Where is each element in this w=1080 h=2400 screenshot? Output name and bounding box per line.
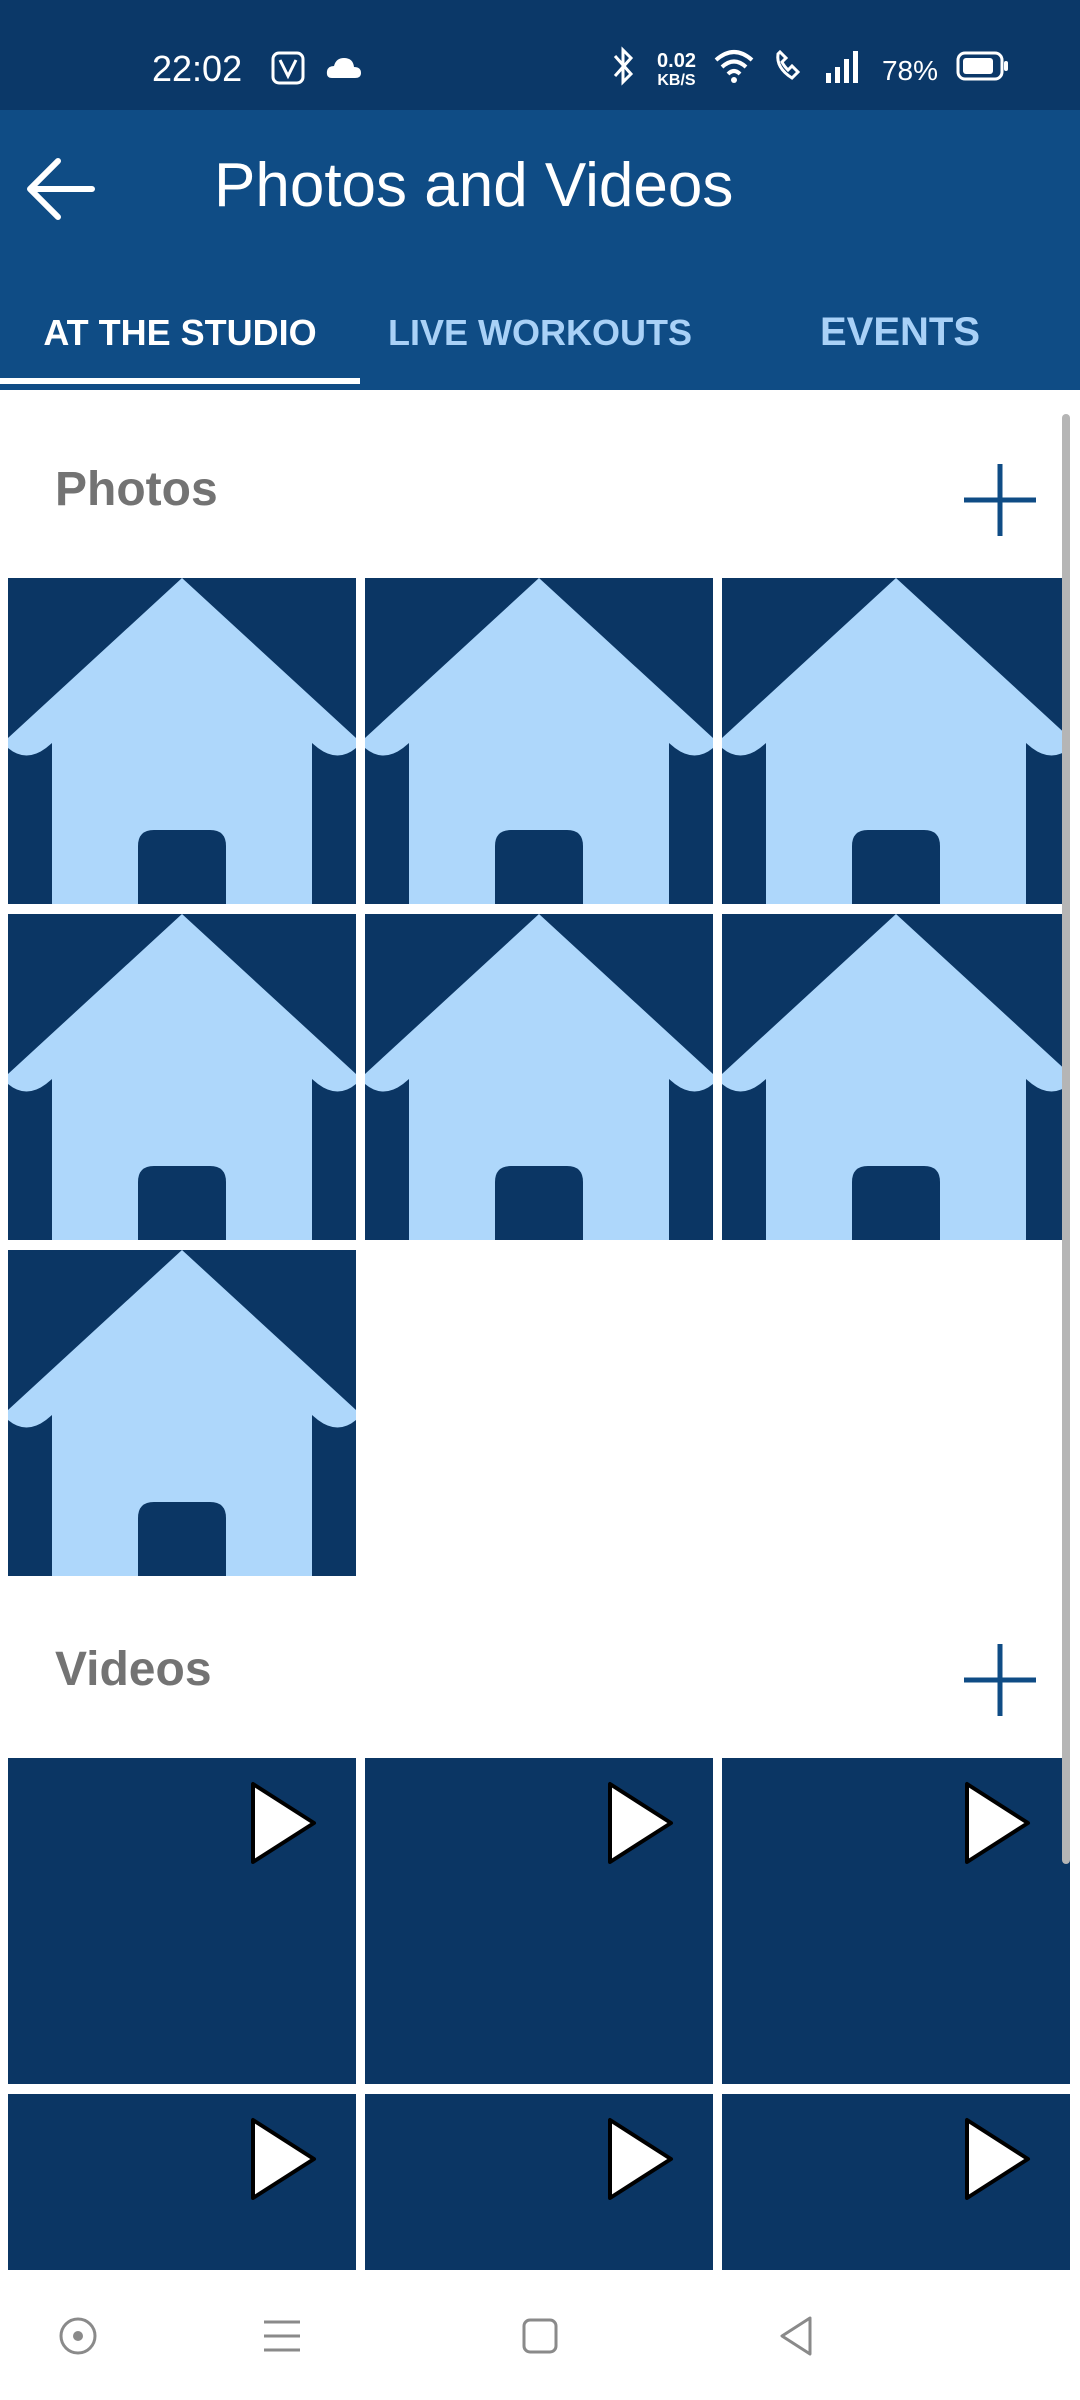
- photo-thumbnail[interactable]: [8, 914, 356, 1240]
- plus-icon: [964, 1644, 1036, 1716]
- photo-thumbnail[interactable]: [722, 578, 1070, 904]
- house-placeholder-icon: [365, 578, 713, 904]
- plus-icon: [964, 464, 1036, 536]
- photo-thumbnail[interactable]: [365, 914, 713, 1240]
- triangle-back-icon: [780, 2316, 812, 2356]
- photos-section-title: Photos: [55, 463, 218, 516]
- back-button[interactable]: [18, 144, 108, 234]
- cloud-icon: [324, 50, 364, 95]
- circle-dot-icon: [59, 2317, 97, 2355]
- content-scroll[interactable]: Photos Videos: [0, 390, 1080, 2270]
- photo-thumbnail[interactable]: [8, 578, 356, 904]
- network-speed: 0.02 KB/S: [657, 49, 696, 89]
- tab-bar: AT THE STUDIO LIVE WORKOUTS EVENTS: [0, 288, 1080, 390]
- play-icon: [965, 2118, 1030, 2200]
- tab-live-workouts[interactable]: LIVE WORKOUTS: [360, 288, 720, 390]
- video-thumbnail[interactable]: [722, 1758, 1070, 2084]
- play-icon: [251, 2118, 316, 2200]
- photos-header: Photos: [0, 420, 1060, 560]
- house-placeholder-icon: [8, 914, 356, 1240]
- house-placeholder-icon: [365, 914, 713, 1240]
- house-placeholder-icon: [8, 578, 356, 904]
- photo-thumbnail[interactable]: [8, 1250, 356, 1576]
- home-button[interactable]: [516, 2312, 564, 2360]
- battery-percent: 78%: [881, 54, 938, 86]
- play-icon: [251, 1782, 316, 1864]
- video-thumbnail[interactable]: [8, 1758, 356, 2084]
- video-thumbnail[interactable]: [365, 1758, 713, 2084]
- status-time: 22:02: [152, 48, 243, 89]
- hamburger-icon: [264, 2320, 300, 2352]
- app-notification-icon: [270, 50, 306, 95]
- video-thumbnail[interactable]: [365, 2094, 713, 2270]
- signal-icon: [824, 49, 864, 92]
- tab-events[interactable]: EVENTS: [720, 288, 1080, 390]
- photo-thumbnail[interactable]: [365, 578, 713, 904]
- videos-header: Videos: [0, 1600, 1060, 1740]
- video-thumbnail[interactable]: [8, 2094, 356, 2270]
- play-icon: [608, 2118, 673, 2200]
- house-placeholder-icon: [8, 1250, 356, 1576]
- battery-icon: [956, 50, 1010, 91]
- scrollbar[interactable]: [1062, 414, 1070, 1864]
- back-nav-button[interactable]: [772, 2312, 820, 2360]
- status-bar: 22:02 0.02 KB/S 78%: [0, 0, 1080, 110]
- video-thumbnail[interactable]: [722, 2094, 1070, 2270]
- bluetooth-icon: [609, 46, 639, 95]
- square-icon: [522, 2318, 558, 2354]
- play-icon: [965, 1782, 1030, 1864]
- wifi-call-icon: [772, 48, 806, 93]
- play-icon: [608, 1782, 673, 1864]
- photo-thumbnail[interactable]: [722, 914, 1070, 1240]
- add-video-button[interactable]: [960, 1640, 1040, 1720]
- videos-section-title: Videos: [55, 1643, 212, 1696]
- system-nav-bar: [0, 2270, 1080, 2400]
- page-title: Photos and Videos: [214, 151, 734, 220]
- menu-button[interactable]: [258, 2312, 306, 2360]
- arrow-left-icon: [27, 158, 95, 220]
- add-photo-button[interactable]: [960, 460, 1040, 540]
- tab-at-the-studio[interactable]: AT THE STUDIO: [0, 288, 360, 390]
- app-bar: Photos and Videos AT THE STUDIO LIVE WOR…: [0, 110, 1080, 390]
- wifi-icon: [714, 48, 754, 93]
- house-placeholder-icon: [722, 914, 1070, 1240]
- assistant-button[interactable]: [54, 2312, 102, 2360]
- house-placeholder-icon: [722, 578, 1070, 904]
